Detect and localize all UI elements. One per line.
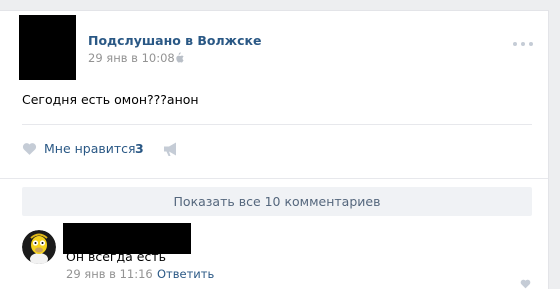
- comments-separator: [0, 178, 548, 179]
- comment-avatar[interactable]: [22, 230, 56, 264]
- post-divider: [22, 124, 532, 125]
- like-label: Мне нравится: [44, 141, 136, 156]
- group-name-link[interactable]: Подслушано в Волжске: [88, 33, 262, 48]
- heart-icon: [22, 143, 37, 155]
- show-all-comments-button[interactable]: Показать все 10 комментариев: [22, 187, 532, 216]
- reply-link[interactable]: Ответить: [157, 267, 214, 281]
- post-card: Подслушано в Волжске 29 янв в 10:08 Сего…: [0, 10, 549, 289]
- post-text: Сегодня есть омон???анон: [22, 92, 199, 107]
- like-count: 3: [135, 141, 144, 156]
- comment-text: Он всегда есть: [66, 249, 166, 264]
- group-avatar-redacted[interactable]: [19, 15, 76, 80]
- post-date[interactable]: 29 янв в 10:08: [88, 51, 175, 65]
- comment-date[interactable]: 29 янв в 11:16: [66, 267, 153, 281]
- megaphone-icon[interactable]: [162, 141, 180, 157]
- more-dots-icon[interactable]: [512, 41, 534, 47]
- avatar-image: [22, 230, 56, 264]
- apple-icon: [176, 52, 184, 63]
